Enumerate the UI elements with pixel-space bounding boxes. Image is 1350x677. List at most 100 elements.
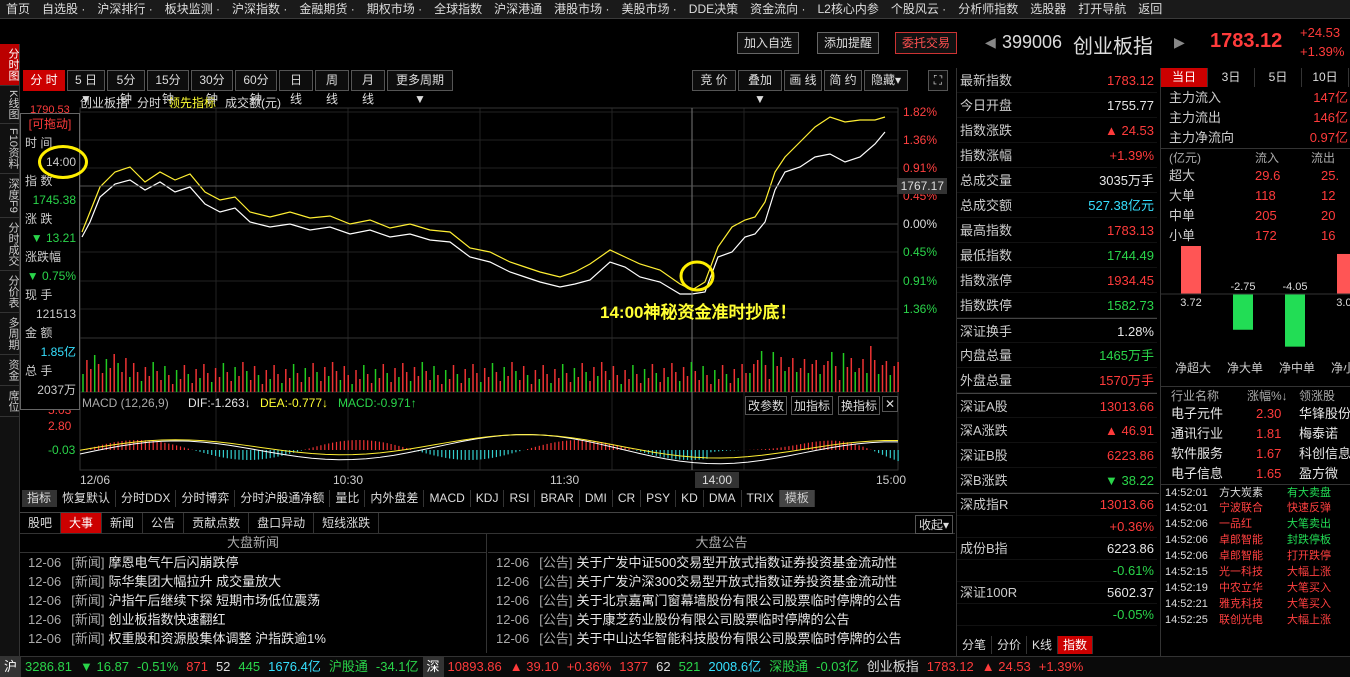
notices-row[interactable]: 12-06 [公告] 关于康芝药业股份有限公司股票临时停牌的公告 [488,610,955,629]
indicator-tab-5[interactable]: 量比 [330,490,366,507]
indicator-tab-3[interactable]: 分时博弈 [176,490,236,507]
topnav-item-3[interactable]: 板块监测 · [159,0,226,18]
trade-button[interactable]: 委托交易 [895,32,958,54]
industry-row[interactable]: 电子元件 2.30 华锋股份 [1161,404,1350,424]
tick-row[interactable]: 14:52:01 宁波联合 快速反弹 [1161,500,1350,516]
period-tab-8[interactable]: 月 线 [351,70,385,106]
prev-stock-icon[interactable]: ◀ [985,34,996,51]
quote-tab-2[interactable]: K线 [1027,636,1059,654]
indicator-tab-1[interactable]: 恢复默认 [57,490,117,507]
flow-tab-3[interactable]: 10日 [1302,68,1349,87]
indicator-tab-2[interactable]: 分时DDX [116,490,177,507]
topnav-item-1[interactable]: 自选股 · [36,0,91,18]
topnav-item-17[interactable]: 打开导航 [1072,0,1132,18]
period-tab-2[interactable]: 5分钟 [107,70,145,106]
period-tab-1[interactable]: 5 日▼ [67,70,105,106]
indicator-tab-9[interactable]: RSI [504,490,536,507]
period-tab-3[interactable]: 15分钟 [147,70,189,106]
topnav-item-2[interactable]: 沪深排行 · [91,0,158,18]
period-tab-4[interactable]: 30分钟 [191,70,233,106]
left-tab-0[interactable]: 分时图 [0,44,19,86]
period-tab-6[interactable]: 日 线 [279,70,313,106]
tool-button-2[interactable]: 画 线 [784,70,822,91]
flow-tab-0[interactable]: 当日 [1161,68,1208,87]
period-tab-0[interactable]: 分 时 [23,70,65,91]
tick-row[interactable]: 14:52:19 中农立华 大笔买入 [1161,580,1350,596]
news-tab-2[interactable]: 新闻 [102,513,144,533]
news-row[interactable]: 12-06 [新闻] 创业板指数快速翻红 [20,610,486,629]
left-tab-8[interactable]: 席位 [0,386,19,418]
topnav-item-7[interactable]: 全球指数 [428,0,488,18]
left-tab-5[interactable]: 分价表 [0,271,19,314]
tool-button-0[interactable]: 竞 价 [692,70,736,91]
left-tab-4[interactable]: 分时成交 [0,218,19,272]
news-row[interactable]: 12-06 [新闻] 权重股和资源股集体调整 沪指跌逾1% [20,629,486,648]
intraday-chart[interactable]: 1.82%1.36%0.91%0.45%0.00%0.45%0.91%1.36%… [20,92,955,490]
quote-tab-1[interactable]: 分价 [992,636,1028,654]
news-row[interactable]: 12-06 [新闻] 摩恩电气午后闪崩跌停 [20,553,486,572]
topnav-item-11[interactable]: DDE决策 [683,0,744,18]
fullscreen-icon[interactable]: ⛶ [928,70,948,91]
add-alert-button[interactable]: 添加提醒 [817,32,880,54]
flow-tab-1[interactable]: 3日 [1208,68,1255,87]
indicator-tab-10[interactable]: BRAR [535,490,580,507]
industry-row[interactable]: 通讯行业 1.81 梅泰诺 [1161,424,1350,444]
indicator-tab-16[interactable]: TRIX [742,490,780,507]
topnav-item-6[interactable]: 期权市场 · [361,0,428,18]
news-tab-3[interactable]: 公告 [143,513,185,533]
tool-button-4[interactable]: 隐藏▾ [864,70,908,91]
news-tab-6[interactable]: 短线涨跌 [314,513,380,533]
indicator-tab-8[interactable]: KDJ [471,490,505,507]
topnav-item-18[interactable]: 返回 [1132,0,1168,18]
topnav-item-4[interactable]: 沪深指数 · [226,0,293,18]
tick-row[interactable]: 14:52:21 雅克科技 大笔买入 [1161,596,1350,612]
notices-row[interactable]: 12-06 [公告] 关于中山达华智能科技股份有限公司股票临时停牌的公告 [488,629,955,648]
topnav-item-12[interactable]: 资金流向 · [744,0,811,18]
collapse-button[interactable]: 收起▾ [914,515,953,534]
left-tab-2[interactable]: F10资料 [0,124,19,175]
news-tab-4[interactable]: 贡献点数 [184,513,250,533]
topnav-item-9[interactable]: 港股市场 · [548,0,615,18]
tool-button-3[interactable]: 简 约 [824,70,862,91]
indicator-tab-15[interactable]: DMA [704,490,742,507]
topnav-item-15[interactable]: 分析师指数 [952,0,1024,18]
topnav-item-10[interactable]: 美股市场 · [615,0,682,18]
news-row[interactable]: 12-06 [新闻] 沪指午后继续下探 短期市场低位震荡 [20,591,486,610]
add-watchlist-button[interactable]: 加入自选 [737,32,800,54]
tick-row[interactable]: 14:52:15 光一科技 大幅上涨 [1161,564,1350,580]
notices-row[interactable]: 12-06 [公告] 关于广发沪深300交易型开放式指数证券投资基金流动性 [488,572,955,591]
macd-param-button[interactable]: 改参数 [745,396,788,415]
indicator-tab-11[interactable]: DMI [580,490,613,507]
topnav-item-8[interactable]: 沪深港通 [488,0,548,18]
news-tab-0[interactable]: 股吧 [20,513,62,533]
add-indicator-button[interactable]: 加指标 [791,396,834,415]
tick-row[interactable]: 14:52:06 一品红 大笔卖出 [1161,516,1350,532]
left-tab-1[interactable]: K线图 [0,86,19,125]
news-tab-5[interactable]: 盘口异动 [249,513,315,533]
indicator-tab-17[interactable]: 模板 [779,490,815,507]
indicator-tab-12[interactable]: CR [613,490,642,507]
industry-row[interactable]: 电子信息 1.65 盈方微 [1161,464,1350,484]
period-tab-7[interactable]: 周 线 [315,70,349,106]
next-stock-icon[interactable]: ▶ [1174,34,1185,51]
indicator-tab-6[interactable]: 内外盘差 [365,490,425,507]
tick-row[interactable]: 14:52:25 联创光电 大幅上涨 [1161,612,1350,628]
industry-row[interactable]: 软件服务 1.67 科创信息 [1161,444,1350,464]
tool-button-1[interactable]: 叠加▼ [738,70,782,106]
tick-row[interactable]: 14:52:01 方大炭素 有大卖盘 [1161,484,1350,500]
notices-row[interactable]: 12-06 [公告] 关于北京嘉寓门窗幕墙股份有限公司股票临时停牌的公告 [488,591,955,610]
indicator-tab-4[interactable]: 分时沪股通净额 [235,490,331,507]
tick-row[interactable]: 14:52:06 卓郎智能 打开跌停 [1161,548,1350,564]
tick-row[interactable]: 14:52:06 卓郎智能 封跌停板 [1161,532,1350,548]
news-row[interactable]: 12-06 [新闻] 际华集团大幅拉升 成交量放大 [20,572,486,591]
switch-indicator-button[interactable]: 换指标 [838,396,881,415]
close-macd-icon[interactable]: ✕ [882,396,899,412]
left-tab-3[interactable]: 深度F9 [0,174,19,219]
period-tab-9[interactable]: 更多周期▼ [387,70,453,106]
left-tab-7[interactable]: 资金 [0,355,19,387]
indicator-tab-14[interactable]: KD [676,490,704,507]
left-tab-6[interactable]: 多周期 [0,313,19,356]
period-tab-5[interactable]: 60分钟 [235,70,277,106]
notices-row[interactable]: 12-06 [公告] 关于广发中证500交易型开放式指数证券投资基金流动性 [488,553,955,572]
quote-tab-3[interactable]: 指数 [1058,636,1094,654]
